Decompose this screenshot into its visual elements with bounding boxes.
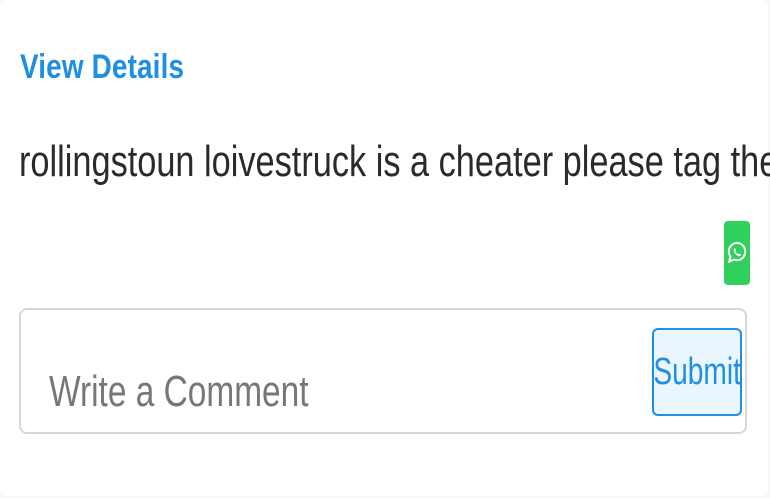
view-details-link[interactable]: View Details	[20, 48, 184, 87]
post-card: View Details rollingstoun loivestruck is…	[0, 0, 770, 496]
whatsapp-share-button[interactable]	[724, 221, 750, 285]
post-text: rollingstoun loivestruck is a cheater pl…	[19, 137, 770, 186]
submit-button[interactable]: Submit	[652, 328, 742, 416]
submit-button-label: Submit	[653, 350, 741, 393]
whatsapp-icon	[727, 241, 747, 264]
comment-input-wrap	[35, 330, 635, 434]
comment-box: Submit	[19, 308, 747, 434]
comment-input[interactable]	[49, 350, 627, 434]
